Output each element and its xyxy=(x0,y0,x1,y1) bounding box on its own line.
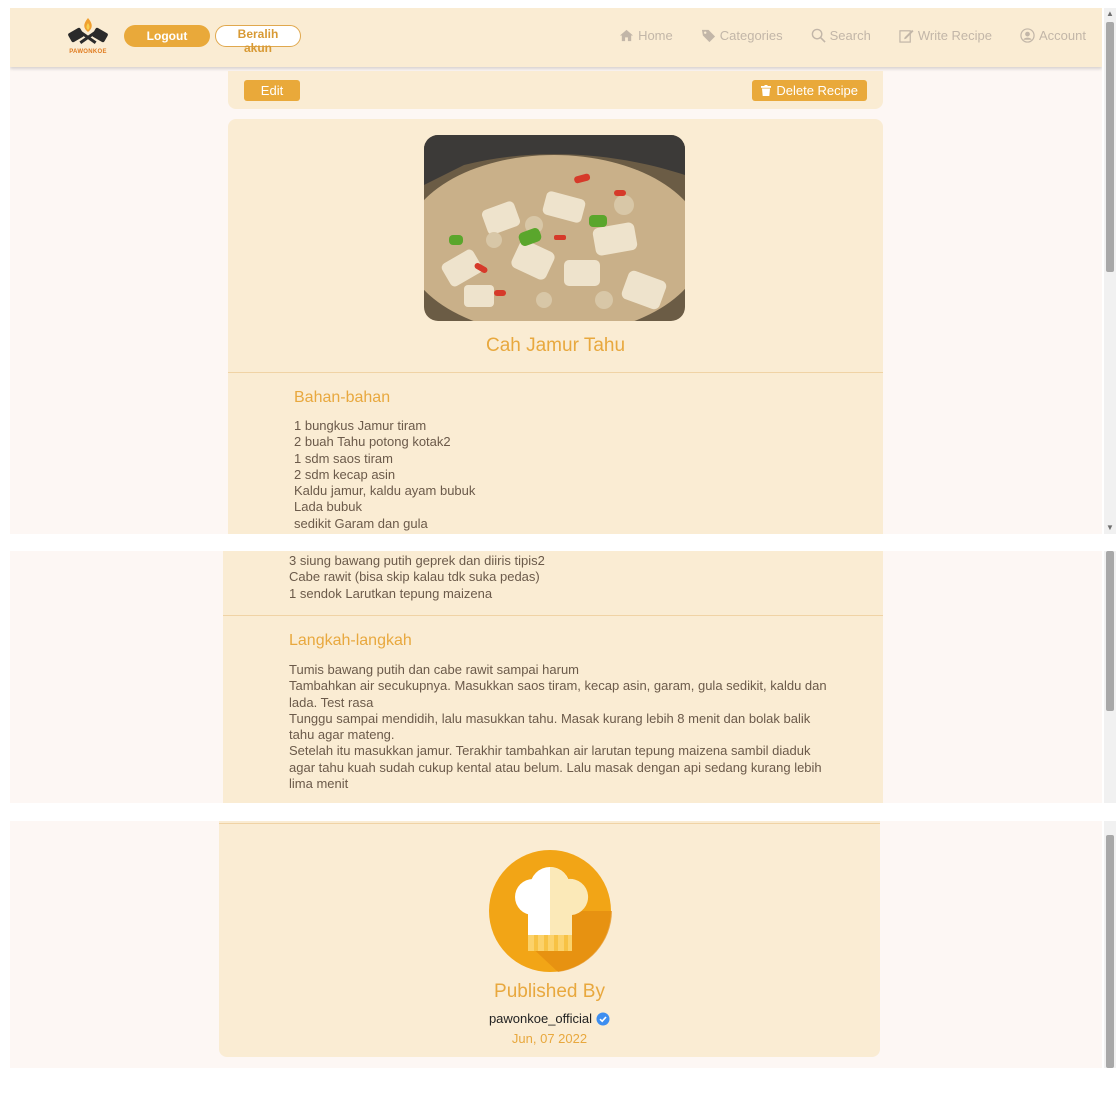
publisher-card: Published By pawonkoe_official Jun, 07 2… xyxy=(219,821,880,1057)
ingredients-heading: Bahan-bahan xyxy=(294,389,391,406)
ingredient-item: 1 bungkus Jamur tiram xyxy=(294,418,427,433)
ingredient-item: 1 sendok Larutkan tepung maizena xyxy=(289,585,493,601)
scrollbar-bottom[interactable] xyxy=(1104,821,1116,1068)
ingredients-list-bottom: 3 siung bawang putih geprek dan diiris t… xyxy=(289,553,545,602)
nav-home-label: Home xyxy=(638,28,673,43)
nav-account-label: Account xyxy=(1039,28,1086,43)
scrollbar-thumb[interactable] xyxy=(1106,551,1114,711)
scrollbar-thumb[interactable] xyxy=(1106,835,1114,1068)
chef-avatar xyxy=(488,849,612,973)
recipe-card-continued: 3 siung bawang putih geprek dan diiris t… xyxy=(223,551,883,803)
recipe-card: Cah Jamur Tahu Bahan-bahan 1 bungkus Jam… xyxy=(228,119,883,534)
step-item: Tambahkan air secukupnya. Masukkan saos … xyxy=(289,678,827,710)
nav-home[interactable]: Home xyxy=(619,28,673,43)
ingredients-divider xyxy=(223,615,883,616)
ingredients-list-top: 1 bungkus Jamur tiram 2 buah Tahu potong… xyxy=(294,418,475,532)
step-item: Tumis bawang putih dan cabe rawit sampai… xyxy=(289,662,579,677)
scrollbar-middle[interactable] xyxy=(1104,551,1116,803)
scrollbar-top[interactable]: ▲ ▼ xyxy=(1104,8,1116,534)
step-item: Tunggu sampai mendidih, lalu masukkan ta… xyxy=(289,710,811,743)
title-divider xyxy=(228,372,883,373)
ingredient-item: 3 siung bawang putih geprek dan diiris t… xyxy=(289,553,545,568)
steps-heading: Langkah-langkah xyxy=(289,632,412,649)
delete-recipe-button[interactable]: Delete Recipe xyxy=(752,80,867,101)
steps-list: Tumis bawang putih dan cabe rawit sampai… xyxy=(289,662,829,792)
logo-icon xyxy=(68,18,108,44)
published-by-label: Published By xyxy=(494,981,605,1002)
nav-search-label: Search xyxy=(829,28,871,43)
publish-date: Jun, 07 2022 xyxy=(511,1031,588,1046)
ingredient-item: 2 sdm kecap asin xyxy=(294,466,396,482)
viewport-top: PAWONKOE Logout Beralih akun Home Catego… xyxy=(10,8,1102,534)
nav-write-recipe[interactable]: Write Recipe xyxy=(899,28,992,43)
publisher-divider xyxy=(219,823,880,824)
step-item: Setelah itu masukkan jamur. Terakhir tam… xyxy=(289,743,822,792)
tag-icon xyxy=(701,29,715,43)
switch-account-button[interactable]: Beralih akun xyxy=(215,25,301,55)
nav-categories[interactable]: Categories xyxy=(701,28,783,43)
recipe-image xyxy=(424,135,685,321)
recipe-title: Cah Jamur Tahu xyxy=(485,335,626,356)
edit-icon xyxy=(899,29,914,43)
ingredient-item: Kaldu jamur, kaldu ayam bubuk xyxy=(294,483,476,499)
nav-write-recipe-label: Write Recipe xyxy=(917,28,993,43)
author-line[interactable]: pawonkoe_official xyxy=(219,1011,880,1026)
ingredient-item: Lada bubuk xyxy=(294,499,362,515)
ingredient-item: sedikit Garam dan gula xyxy=(294,515,428,531)
recipe-action-bar: Edit Delete Recipe xyxy=(228,71,883,109)
trash-icon xyxy=(761,85,772,96)
nav-account[interactable]: Account xyxy=(1020,28,1086,43)
main-nav: Home Categories Search Write Recipe Acco… xyxy=(619,28,1086,43)
ingredient-item: 2 buah Tahu potong kotak2 xyxy=(294,434,451,450)
viewport-middle: 3 siung bawang putih geprek dan diiris t… xyxy=(10,551,1102,803)
home-icon xyxy=(620,29,634,42)
ingredient-item: 1 sdm saos tiram xyxy=(294,450,393,466)
author-username[interactable]: pawonkoe_official xyxy=(489,1011,592,1026)
viewport-bottom: Published By pawonkoe_official Jun, 07 2… xyxy=(10,821,1102,1068)
ingredient-item: Cabe rawit (bisa skip kalau tdk suka ped… xyxy=(289,569,540,585)
scroll-down-arrow[interactable]: ▼ xyxy=(1104,522,1116,534)
scrollbar-thumb[interactable] xyxy=(1106,22,1114,272)
search-icon xyxy=(811,28,826,43)
top-navbar: PAWONKOE Logout Beralih akun Home Catego… xyxy=(10,8,1102,67)
verified-badge-icon xyxy=(596,1012,610,1025)
user-circle-icon xyxy=(1020,28,1035,43)
delete-recipe-label: Delete Recipe xyxy=(776,83,858,98)
nav-categories-label: Categories xyxy=(719,28,783,43)
logo-text: PAWONKOE xyxy=(69,49,107,55)
scroll-up-arrow[interactable]: ▲ xyxy=(1104,8,1116,20)
nav-search[interactable]: Search xyxy=(811,28,871,43)
recipe-photo xyxy=(424,135,685,321)
edit-button[interactable]: Edit xyxy=(244,80,300,101)
logo[interactable]: PAWONKOE xyxy=(63,16,113,58)
logout-button[interactable]: Logout xyxy=(124,25,210,47)
chef-hat-icon xyxy=(489,850,612,972)
